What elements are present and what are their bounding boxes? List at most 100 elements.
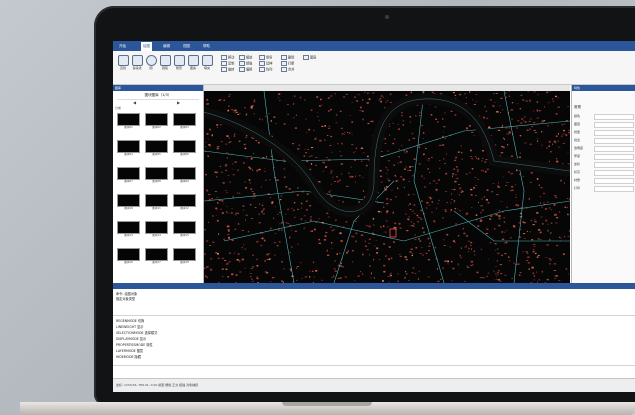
polyline-button[interactable]: 多段线 <box>131 55 143 70</box>
delete-button[interactable]: 删除 <box>281 55 294 60</box>
block-item[interactable]: 图块09 <box>173 167 196 183</box>
property-row[interactable]: 透明度 <box>574 145 634 152</box>
city-map[interactable] <box>204 91 570 283</box>
scale-button[interactable]: 缩放 <box>239 55 252 60</box>
array-icon <box>259 67 265 72</box>
circle-icon <box>145 55 157 66</box>
command-history: 命令: 绘图对象 指定对象类型 REGENMODE 切换 LINEWEIGHT … <box>113 289 635 377</box>
property-value-field[interactable] <box>594 122 634 128</box>
property-value-field[interactable] <box>594 138 634 144</box>
rotate-icon <box>221 67 227 72</box>
property-row[interactable]: 坐标 <box>574 161 634 168</box>
property-value-field[interactable] <box>594 162 634 168</box>
block-item[interactable]: 图块01 <box>117 113 140 129</box>
tab-view[interactable]: 视图 <box>181 42 192 51</box>
property-value-field[interactable] <box>594 186 634 192</box>
tab-start[interactable]: 开始 <box>117 42 128 51</box>
properties-section-title: 常规 <box>574 105 581 109</box>
block-thumbnail <box>173 221 196 234</box>
property-value-field[interactable] <box>594 130 634 136</box>
block-thumbnail <box>173 248 196 261</box>
block-item[interactable]: 图块03 <box>173 113 196 129</box>
arc-button[interactable]: 圆弧 <box>159 55 171 70</box>
copy-button[interactable]: 复制 <box>221 61 234 66</box>
offset-button[interactable]: 偏移 <box>239 67 252 72</box>
ribbon-tab-bar: 开始 绘图 编辑 视图 帮助 <box>113 41 635 51</box>
block-item[interactable]: 图块11 <box>145 194 168 210</box>
block-thumbnail <box>145 221 168 234</box>
move-icon <box>221 55 227 60</box>
property-value-field[interactable] <box>594 178 634 184</box>
command-divider <box>113 315 635 316</box>
layer-button[interactable]: 图层 <box>303 55 316 60</box>
break-button[interactable]: 打断 <box>281 61 294 66</box>
delete-icon <box>281 55 287 60</box>
rotate-button[interactable]: 旋转 <box>221 67 234 72</box>
property-row[interactable]: 打印 <box>574 185 634 192</box>
library-nav: ◀ ▶ <box>113 100 203 106</box>
property-row[interactable]: 线宽 <box>574 137 634 144</box>
property-row[interactable]: 标高 <box>574 169 634 176</box>
block-item[interactable]: 图块12 <box>173 194 196 210</box>
command-line: REGENMODE 切换 <box>116 319 145 323</box>
block-item[interactable]: 图块02 <box>145 113 168 129</box>
property-row[interactable]: 图层 <box>574 121 634 128</box>
property-row[interactable]: 材质 <box>574 177 634 184</box>
tab-draw[interactable]: 绘图 <box>141 42 152 51</box>
property-row[interactable]: 颜色 <box>574 113 634 120</box>
scale-icon <box>239 55 245 60</box>
tab-edit[interactable]: 编辑 <box>161 42 172 51</box>
mirror-icon <box>239 61 245 66</box>
property-value-field[interactable] <box>594 170 634 176</box>
command-line: SELECTIONMODE 选择模式 <box>116 331 158 335</box>
extend-button[interactable]: 延伸 <box>259 61 272 66</box>
block-item[interactable]: 图块14 <box>145 221 168 237</box>
prev-page-icon[interactable]: ◀ <box>133 100 136 105</box>
block-item[interactable]: 图块06 <box>173 140 196 156</box>
library-category: 分类 <box>115 106 122 110</box>
array-button[interactable]: 阵列 <box>259 67 272 72</box>
block-item[interactable]: 图块17 <box>145 248 168 264</box>
property-value-field[interactable] <box>594 114 634 120</box>
arc-icon <box>159 55 171 66</box>
circle-button[interactable]: 圆 <box>145 55 157 70</box>
pattern-button[interactable]: 图案 <box>187 55 199 70</box>
next-page-icon[interactable]: ▶ <box>177 100 180 105</box>
block-item[interactable]: 图块08 <box>145 167 168 183</box>
block-item[interactable]: 图块13 <box>117 221 140 237</box>
copy-icon <box>221 61 227 66</box>
block-item[interactable]: 图块15 <box>173 221 196 237</box>
move-button[interactable]: 移动 <box>221 55 234 60</box>
command-line: DISPLAYMODE 显示 <box>116 337 147 341</box>
line-button[interactable]: 直线 <box>117 55 129 70</box>
block-thumbnail <box>173 113 196 126</box>
block-item[interactable]: 图块04 <box>117 140 140 156</box>
block-item[interactable]: 图块07 <box>117 167 140 183</box>
block-item[interactable]: 图块10 <box>117 194 140 210</box>
rectangle-button[interactable]: 矩形 <box>173 55 185 70</box>
drawing-canvas[interactable]: 模型 <box>204 85 570 283</box>
block-item[interactable]: 图块18 <box>173 248 196 264</box>
block-thumbnail <box>173 140 196 153</box>
property-value-field[interactable] <box>594 154 634 160</box>
property-row[interactable]: 厚度 <box>574 153 634 160</box>
property-value-field[interactable] <box>594 146 634 152</box>
block-item[interactable]: 图块16 <box>117 248 140 264</box>
app-window: 开始 绘图 编辑 视图 帮助 直线 多段线 圆 圆弧 矩形 图案 填充 移动 复… <box>113 41 635 392</box>
block-thumbnail <box>117 194 140 207</box>
block-thumbnail <box>145 194 168 207</box>
command-input-divider <box>113 365 635 366</box>
fill-button[interactable]: 填充 <box>201 55 213 70</box>
block-thumbnail <box>173 167 196 180</box>
tab-help[interactable]: 帮助 <box>201 42 212 51</box>
camera-icon <box>385 15 389 19</box>
block-thumbnail <box>117 140 140 153</box>
property-row[interactable]: 线型 <box>574 129 634 136</box>
block-thumbnail <box>145 167 168 180</box>
library-title: 图块图库（1/3） <box>117 92 199 100</box>
join-button[interactable]: 合并 <box>281 67 294 72</box>
trim-button[interactable]: 修剪 <box>259 55 272 60</box>
mirror-button[interactable]: 镜像 <box>239 61 252 66</box>
trim-icon <box>259 55 265 60</box>
block-item[interactable]: 图块05 <box>145 140 168 156</box>
